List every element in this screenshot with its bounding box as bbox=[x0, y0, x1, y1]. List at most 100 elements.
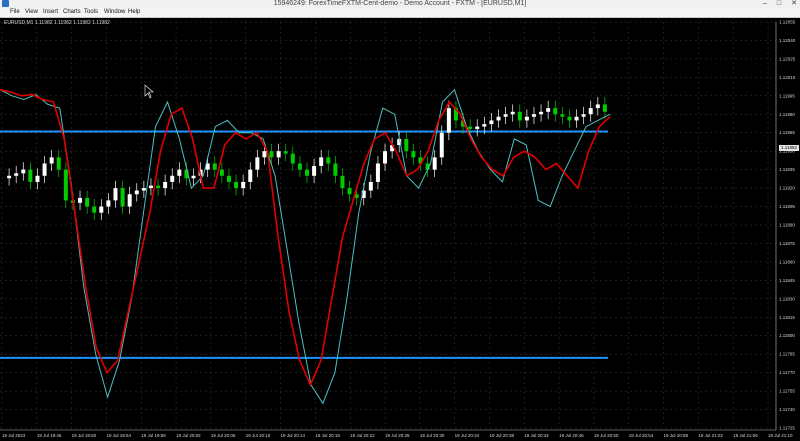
time-tick-label: 19 Jul 21:10 bbox=[768, 433, 793, 438]
candles bbox=[7, 97, 607, 221]
candle-body bbox=[7, 175, 12, 179]
candle-body bbox=[219, 169, 224, 176]
candle-body bbox=[319, 157, 324, 166]
candle-body bbox=[489, 120, 494, 125]
candle-body bbox=[574, 116, 579, 121]
chart-grid bbox=[0, 21, 776, 429]
menu-bar: File View Insert Charts Tools Window Hel… bbox=[0, 8, 800, 18]
time-tick-label: 19 Jul 20:58 bbox=[664, 433, 689, 438]
menu-help[interactable]: Help bbox=[128, 8, 140, 17]
candle-body bbox=[156, 185, 161, 189]
candle-body bbox=[347, 188, 352, 195]
candle-body bbox=[191, 175, 196, 179]
candle-body bbox=[234, 181, 239, 189]
price-tick-label: 1.11740 bbox=[779, 407, 795, 412]
chart-canvas[interactable]: 1.12055 1.12040 1.12025 1.12010 1.11995 1.119… bbox=[0, 18, 800, 441]
menu-file[interactable]: File bbox=[10, 8, 20, 17]
candle-body bbox=[517, 111, 522, 121]
symbol-label: EURUSD,M1 1.11982 1.11982 1.11982 1.1198… bbox=[4, 20, 110, 26]
menu-insert[interactable]: Insert bbox=[43, 8, 58, 17]
candle-body bbox=[539, 111, 544, 115]
window-title: 15946249: ForexTimeFXTM-Cent-demo - Demo… bbox=[273, 0, 527, 7]
candle-body bbox=[468, 126, 473, 130]
candle-body bbox=[92, 206, 97, 213]
price-tick-label: 1.12025 bbox=[779, 56, 796, 61]
price-tick-label: 1.11725 bbox=[779, 426, 795, 431]
time-tick-label: 19 Jul 19:46 bbox=[37, 433, 62, 438]
time-tick-label: 19 Jul 2023 bbox=[2, 433, 26, 438]
candle-body bbox=[148, 185, 153, 189]
candle-body bbox=[241, 181, 246, 189]
candle-body bbox=[595, 104, 600, 109]
candle-body bbox=[35, 175, 40, 182]
candle-body bbox=[524, 116, 529, 121]
candle-body bbox=[78, 197, 83, 203]
candle-body bbox=[439, 132, 444, 158]
candle-body bbox=[248, 169, 253, 182]
price-tick-label: 1.12010 bbox=[779, 75, 796, 80]
time-tick-label: 19 Jul 20:46 bbox=[559, 433, 584, 438]
price-tick-label: 1.11860 bbox=[779, 259, 795, 264]
price-tick-label: 1.11920 bbox=[779, 186, 795, 191]
time-tick-label: 19 Jul 20:18 bbox=[315, 433, 340, 438]
price-tick-label: 1.11980 bbox=[779, 112, 795, 117]
candle-body bbox=[85, 197, 90, 207]
candle-body bbox=[14, 173, 19, 176]
price-chart[interactable]: 1.12055 1.12040 1.12025 1.12010 1.11995 1.119… bbox=[0, 18, 800, 441]
price-tick-label: 1.12040 bbox=[779, 38, 796, 43]
time-tick-label: 19 Jul 20:22 bbox=[350, 433, 375, 438]
candle-body bbox=[602, 104, 607, 112]
time-tick-label: 19 Jul 20:26 bbox=[385, 433, 410, 438]
time-tick-label: 19 Jul 20:54 bbox=[629, 433, 654, 438]
price-tick-label: 1.11995 bbox=[779, 93, 795, 98]
candle-body bbox=[255, 157, 260, 170]
candle-body bbox=[170, 175, 175, 182]
time-tick-label: 19 Jul 19:50 bbox=[72, 433, 97, 438]
candle-body bbox=[503, 114, 508, 117]
candle-body bbox=[560, 114, 565, 117]
time-tick-label: 19 Jul 21:02 bbox=[698, 433, 723, 438]
time-tick-label: 19 Jul 20:06 bbox=[211, 433, 236, 438]
menu-charts[interactable]: Charts bbox=[63, 8, 81, 17]
candle-body bbox=[446, 108, 451, 133]
window-controls: – □ ✕ bbox=[763, 0, 797, 8]
maximize-button[interactable]: □ bbox=[777, 0, 781, 8]
price-tick-label: 1.11935 bbox=[779, 167, 795, 172]
candle-body bbox=[567, 116, 572, 121]
candle-body bbox=[482, 124, 487, 127]
time-tick-label: 19 Jul 20:30 bbox=[420, 433, 445, 438]
time-tick-label: 19 Jul 21:06 bbox=[733, 433, 758, 438]
time-tick-label: 19 Jul 20:10 bbox=[246, 433, 271, 438]
candle-body bbox=[120, 188, 125, 207]
candle-body bbox=[113, 188, 118, 201]
candle-body bbox=[177, 169, 182, 176]
cyan-indicator-line bbox=[0, 88, 611, 405]
time-tick-label: 19 Jul 20:34 bbox=[455, 433, 480, 438]
price-tick-label: 1.11830 bbox=[779, 296, 795, 301]
close-button[interactable]: ✕ bbox=[791, 0, 797, 8]
menu-window[interactable]: Window bbox=[104, 8, 125, 17]
current-price-badge: 1.11982 bbox=[779, 144, 799, 151]
candle-body bbox=[432, 157, 437, 170]
candle-body bbox=[340, 175, 345, 189]
candle-body bbox=[553, 108, 558, 115]
candle-body bbox=[326, 157, 331, 164]
price-tick-label: 1.11890 bbox=[779, 223, 795, 228]
candle-body bbox=[411, 151, 416, 158]
minimize-button[interactable]: – bbox=[763, 0, 767, 8]
price-tick-label: 1.11965 bbox=[779, 130, 795, 135]
menu-tools[interactable]: Tools bbox=[84, 8, 98, 17]
candle-body bbox=[383, 151, 388, 164]
candle-body bbox=[546, 108, 551, 112]
price-axis: 1.12055 1.12040 1.12025 1.12010 1.11995 1.119… bbox=[775, 20, 796, 431]
menu-view[interactable]: View bbox=[25, 8, 38, 17]
candle-body bbox=[368, 181, 373, 191]
time-axis: 19 Jul 2023 19 Jul 19:46 19 Jul 19:50 19 Ju… bbox=[0, 429, 793, 438]
time-tick-label: 19 Jul 19:58 bbox=[141, 433, 166, 438]
candle-body bbox=[28, 169, 33, 182]
candle-body bbox=[63, 169, 68, 201]
time-tick-label: 19 Jul 20:50 bbox=[594, 433, 619, 438]
candle-body bbox=[269, 151, 274, 158]
price-tick-label: 1.11785 bbox=[779, 352, 795, 357]
candle-body bbox=[262, 151, 267, 158]
